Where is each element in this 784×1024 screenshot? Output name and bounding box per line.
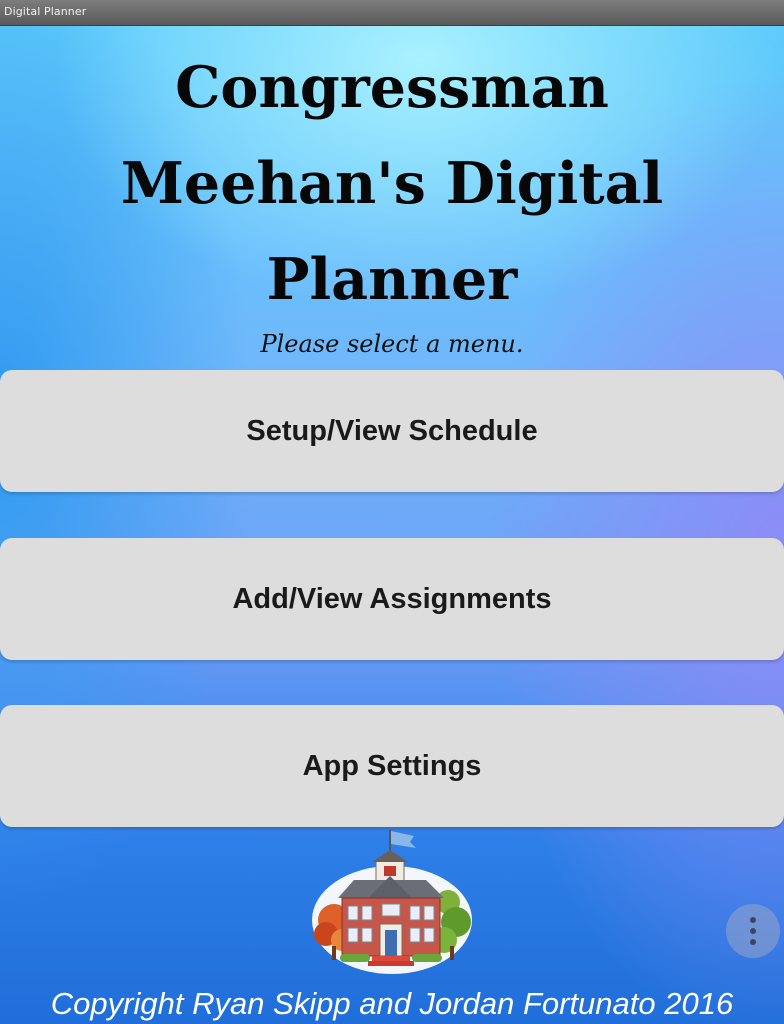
- more-vert-dot: [750, 928, 756, 934]
- app-window: Digital Planner Congressman Meehan's Dig…: [0, 0, 784, 1024]
- page-title: Congressman Meehan's Digital Planner: [0, 40, 784, 328]
- app-settings-label: App Settings: [302, 749, 482, 782]
- page-title-line-1: Congressman: [175, 54, 609, 121]
- schoolhouse-icon: [312, 830, 472, 974]
- window-title: Digital Planner: [4, 5, 87, 18]
- setup-view-schedule-button[interactable]: Setup/View Schedule: [0, 370, 784, 492]
- add-view-assignments-label: Add/View Assignments: [232, 582, 552, 615]
- add-view-assignments-button[interactable]: Add/View Assignments: [0, 538, 784, 660]
- app-settings-button[interactable]: App Settings: [0, 705, 784, 827]
- copyright-text: Copyright Ryan Skipp and Jordan Fortunat…: [50, 986, 734, 1021]
- page-title-line-2: Meehan's Digital: [120, 150, 664, 217]
- page-title-line-3: Planner: [266, 246, 518, 313]
- more-vert-dot: [750, 939, 756, 945]
- more-vert-icon[interactable]: [726, 904, 780, 958]
- window-titlebar: Digital Planner: [0, 0, 784, 26]
- setup-view-schedule-label: Setup/View Schedule: [246, 414, 538, 447]
- page-subtitle: Please select a menu.: [260, 330, 524, 358]
- more-vert-dot: [750, 917, 756, 923]
